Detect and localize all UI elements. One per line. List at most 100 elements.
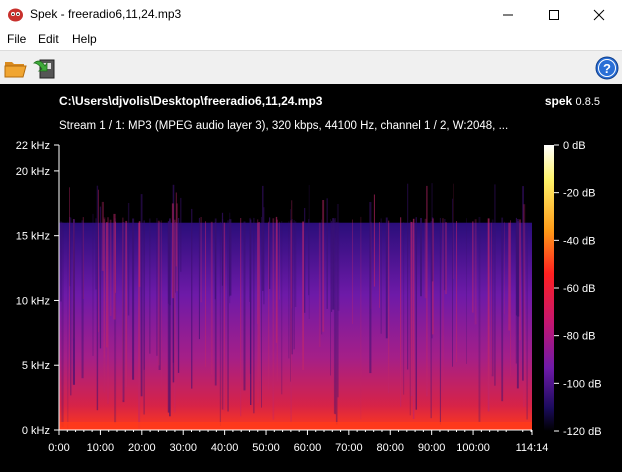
spectrum-streak xyxy=(122,217,124,400)
spectrum-streak xyxy=(149,218,151,354)
spectrum-streak xyxy=(253,217,255,414)
spectrum-streak xyxy=(67,221,69,430)
spectrum-streak xyxy=(272,218,275,420)
spectrum-streak xyxy=(294,221,297,307)
close-button[interactable] xyxy=(576,0,622,30)
freq-tick-label: 5 kHz xyxy=(22,360,50,372)
freq-tick-label: 20 kHz xyxy=(16,166,50,178)
menu-help[interactable]: Help xyxy=(72,32,97,46)
spectrum-streak xyxy=(352,219,353,324)
time-tick-label: 40:00 xyxy=(211,442,239,454)
spectrum-streak xyxy=(478,217,481,422)
spectrum-streak xyxy=(308,185,310,319)
spectrum-streak xyxy=(140,194,143,397)
help-icon: ? xyxy=(595,56,619,80)
spectrum-streak xyxy=(180,197,182,272)
db-tick-label: -60 dB xyxy=(563,283,595,295)
time-tick-label: 60:00 xyxy=(294,442,322,454)
spectrum-streak xyxy=(143,220,145,370)
spectrum-streak xyxy=(281,221,283,395)
time-tick-label: 30:00 xyxy=(169,442,197,454)
spectrum-streak xyxy=(385,217,388,339)
spectrum-streak xyxy=(98,189,99,333)
spectrum-streak xyxy=(72,219,75,385)
spectrum-streak xyxy=(430,221,432,419)
spectrum-streak xyxy=(279,221,280,300)
spectrum-streak xyxy=(333,219,336,414)
time-tick-label: 10:00 xyxy=(87,442,115,454)
minimize-button[interactable] xyxy=(485,0,531,30)
spectrum-streak xyxy=(198,217,200,340)
spectrum-streak xyxy=(431,217,434,282)
spectrum-streak xyxy=(410,221,413,396)
spectrum-streak xyxy=(240,218,242,417)
time-tick-label: 20:00 xyxy=(128,442,156,454)
spectrum-streak xyxy=(127,203,130,316)
save-image-button[interactable] xyxy=(31,55,57,81)
spectrum-streak xyxy=(276,219,278,382)
spectrogram-image xyxy=(59,183,532,430)
maximize-icon xyxy=(549,10,559,20)
spectrum-streak xyxy=(445,222,447,295)
app-icon xyxy=(8,8,23,22)
time-tick-label: 100:00 xyxy=(456,442,490,454)
frequency-axis: 22 kHz 20 kHz 15 kHz 10 kHz 5 kHz 0 kHz xyxy=(16,140,60,437)
title-bar: Spek - freeradio6,11,24.mp3 xyxy=(0,0,622,30)
spectrum-streak xyxy=(60,221,62,302)
spectrum-streak xyxy=(250,219,252,405)
spectrum-streak xyxy=(318,222,321,348)
toolbar: ? xyxy=(0,50,622,84)
spectrum-streak xyxy=(516,219,519,389)
spectrum-streak xyxy=(173,219,176,413)
spectrum-streak xyxy=(379,222,380,308)
spectrum-streak xyxy=(99,206,102,349)
spectrum-streak xyxy=(474,219,477,325)
spectrum-streak xyxy=(403,222,405,395)
spectrum-streak xyxy=(302,221,304,371)
spectrum-streak xyxy=(526,222,528,420)
freq-tick-label: 15 kHz xyxy=(16,231,50,243)
spectrum-streak xyxy=(304,208,306,313)
spectrum-streak xyxy=(175,192,177,267)
spectrum-streak xyxy=(326,198,328,309)
db-tick-label: -120 dB xyxy=(563,426,602,438)
spectrum-streak xyxy=(369,202,372,374)
spectrum-streak xyxy=(515,222,517,364)
folder-open-icon xyxy=(4,62,27,78)
freq-tick-label: 22 kHz xyxy=(16,140,50,152)
db-tick-label: -40 dB xyxy=(563,235,595,247)
spectrum-streak xyxy=(321,219,323,335)
spectrum-streak xyxy=(103,219,105,358)
db-tick-label: -80 dB xyxy=(563,331,595,343)
spectrum-streak xyxy=(223,222,226,411)
spectrum-streak xyxy=(452,198,453,367)
open-file-button[interactable] xyxy=(3,55,29,81)
spectrum-streak xyxy=(261,217,262,408)
spectrum-streak xyxy=(290,220,292,422)
spectrum-streak xyxy=(380,218,382,334)
spectrum-streak xyxy=(109,219,112,316)
spectrum-streak xyxy=(426,185,428,397)
save-image-icon xyxy=(32,59,55,79)
spectrum-streak xyxy=(157,220,160,366)
spectrum-streak xyxy=(439,217,441,425)
spectrum-streak xyxy=(171,203,174,299)
help-button[interactable]: ? xyxy=(594,55,620,81)
spectrum-streak xyxy=(138,222,141,430)
spectrum-streak xyxy=(331,220,333,312)
spectrum-streak xyxy=(167,221,170,413)
spectrum-streak xyxy=(420,218,422,297)
svg-text:?: ? xyxy=(603,61,611,76)
spectrum-streak xyxy=(409,220,411,416)
spectrum-streak xyxy=(160,220,162,392)
menu-file[interactable]: File xyxy=(7,32,26,46)
spectrogram-chart: 22 kHz 20 kHz 15 kHz 10 kHz 5 kHz 0 kHz 0:00 1… xyxy=(16,140,602,454)
spectrum-streak xyxy=(293,220,295,350)
spectrum-streak xyxy=(69,187,70,374)
spectrum-streak xyxy=(519,219,521,341)
spectrum-streak xyxy=(400,217,402,407)
db-tick-label: 0 dB xyxy=(563,140,586,152)
spectrum-streak xyxy=(501,217,504,402)
maximize-button[interactable] xyxy=(531,0,577,30)
menu-edit[interactable]: Edit xyxy=(38,32,59,46)
